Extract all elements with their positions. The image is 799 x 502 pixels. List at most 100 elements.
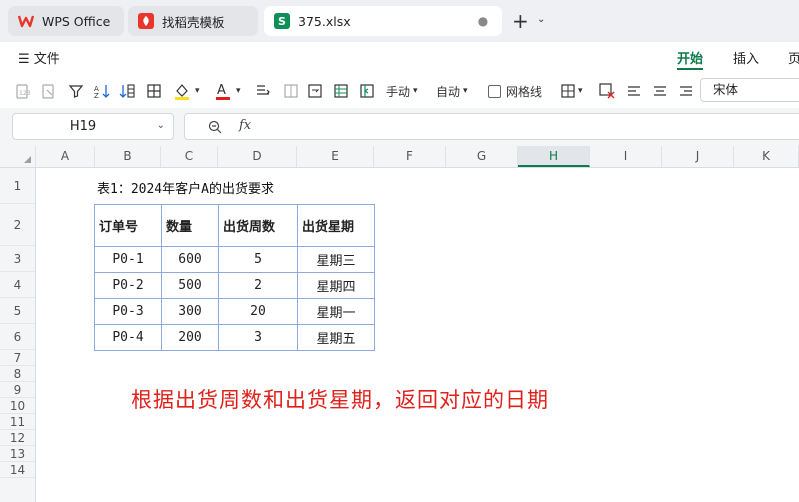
wrap-text-icon[interactable] [307, 82, 323, 100]
sort-ascending-icon[interactable]: AZ [93, 82, 111, 100]
instruction-note: 根据出货周数和出货星期，返回对应的日期 [131, 388, 549, 412]
merge-cells-icon[interactable] [283, 82, 299, 100]
zoom-icon[interactable] [207, 119, 223, 138]
paste-values-icon[interactable]: 123 [14, 82, 32, 100]
table-row: P0-1 600 5 星期三 [94, 246, 375, 273]
tab-label: 375.xlsx [298, 13, 351, 29]
row-header[interactable]: 5 [0, 298, 35, 324]
column-header-d[interactable]: D [218, 146, 297, 167]
table-cell[interactable]: 3 [218, 324, 298, 351]
clear-format-icon[interactable] [598, 82, 616, 100]
name-box[interactable]: H19 ⌄ [12, 113, 174, 140]
cell-format-icon[interactable] [333, 82, 349, 100]
gridlines-checkbox[interactable] [488, 84, 501, 98]
header-cell[interactable]: 出货周数 [218, 204, 298, 247]
column-header-g[interactable]: G [446, 146, 518, 167]
tab-wps-office[interactable]: WPS Office [8, 6, 124, 36]
gridlines-toggle[interactable]: 网格线 [488, 82, 542, 100]
align-right-icon[interactable] [678, 82, 694, 100]
freeze-panes-icon[interactable] [359, 82, 375, 100]
row-header[interactable]: 10 [0, 398, 35, 414]
font-family-select[interactable]: 宋体 [700, 78, 799, 102]
row-header[interactable]: 3 [0, 246, 35, 272]
row-header[interactable]: 7 [0, 350, 35, 366]
table-cell[interactable]: P0-3 [94, 298, 162, 325]
active-tab-indicator [677, 68, 703, 70]
wps-logo-icon [18, 13, 34, 29]
docer-logo-icon [138, 13, 154, 29]
row-header[interactable]: 6 [0, 324, 35, 350]
header-cell[interactable]: 出货星期 [297, 204, 375, 247]
chevron-down-icon: ▾ [236, 86, 241, 96]
table-row: P0-4 200 3 星期五 [94, 324, 375, 351]
table-cell[interactable]: 20 [218, 298, 298, 325]
text-direction-icon[interactable] [255, 82, 271, 100]
column-header-a[interactable]: A [36, 146, 95, 167]
tab-page-layout[interactable]: 页 [788, 48, 799, 67]
row-header[interactable]: 14 [0, 462, 35, 478]
ribbon-toolbar: 123 AZ ▾ A ▾ 手动 ▾ 自动 ▾ 网格线 ▾ [0, 72, 799, 108]
column-header-c[interactable]: C [161, 146, 218, 167]
row-header[interactable]: 8 [0, 366, 35, 382]
column-header-k[interactable]: K [734, 146, 799, 167]
font-color-icon[interactable]: A ▾ [214, 82, 241, 100]
table-cell[interactable]: P0-2 [94, 272, 162, 299]
tab-375-xlsx[interactable]: S 375.xlsx ● [264, 6, 502, 36]
borders-icon[interactable] [146, 82, 162, 100]
table-cell[interactable]: 500 [161, 272, 219, 299]
tab-docer-templates[interactable]: 找稻壳模板 [128, 6, 258, 36]
row-header-bar: 1 2 3 4 5 6 7 8 9 10 11 12 13 14 [0, 168, 36, 502]
chevron-down-icon: ▾ [413, 86, 418, 96]
column-header-b[interactable]: B [95, 146, 161, 167]
align-left-icon[interactable] [626, 82, 642, 100]
tab-home[interactable]: 开始 [677, 48, 703, 67]
table-cell[interactable]: 300 [161, 298, 219, 325]
row-header[interactable]: 1 [0, 168, 35, 204]
table-cell[interactable]: 2 [218, 272, 298, 299]
new-tab-icon[interactable]: + [512, 9, 529, 33]
table-cell[interactable]: 星期四 [297, 272, 375, 299]
row-header[interactable]: 4 [0, 272, 35, 298]
column-header-f[interactable]: F [374, 146, 446, 167]
column-width-auto-dropdown[interactable]: 自动 ▾ [436, 82, 468, 100]
row-header[interactable]: 13 [0, 446, 35, 462]
cell-reference: H19 [69, 119, 97, 134]
row-header[interactable]: 2 [0, 204, 35, 246]
column-header-i[interactable]: I [590, 146, 662, 167]
table-cell[interactable]: 5 [218, 246, 298, 273]
table-cell[interactable]: 星期五 [297, 324, 375, 351]
table-header-row: 订单号 数量 出货周数 出货星期 [94, 204, 375, 247]
title-tab-bar: WPS Office 找稻壳模板 S 375.xlsx ● + ⌄ [0, 0, 799, 42]
row-header[interactable]: 9 [0, 382, 35, 398]
function-icon[interactable]: fx [239, 118, 251, 133]
header-cell[interactable]: 订单号 [94, 204, 162, 247]
table-cell[interactable]: P0-4 [94, 324, 162, 351]
file-menu[interactable]: ☰ 文件 [18, 48, 60, 67]
table-cell[interactable]: 600 [161, 246, 219, 273]
chevron-down-icon[interactable]: ⌄ [157, 120, 165, 131]
align-center-icon[interactable] [652, 82, 668, 100]
tab-insert[interactable]: 插入 [733, 48, 759, 67]
column-header-j[interactable]: J [662, 146, 734, 167]
sort-descending-icon[interactable] [119, 82, 137, 100]
select-all-corner[interactable] [0, 146, 36, 167]
row-header[interactable]: 11 [0, 414, 35, 430]
table-cell[interactable]: 星期一 [297, 298, 375, 325]
row-header[interactable]: 12 [0, 430, 35, 446]
table-cell[interactable]: 200 [161, 324, 219, 351]
data-table: 订单号 数量 出货周数 出货星期 P0-1 600 5 星期三 P0-2 500… [94, 204, 375, 351]
close-tab-icon[interactable]: ● [476, 14, 490, 28]
table-cell[interactable]: P0-1 [94, 246, 162, 273]
fill-color-icon[interactable]: ▾ [173, 82, 200, 100]
table-style-icon[interactable]: ▾ [560, 82, 583, 100]
column-header-e[interactable]: E [297, 146, 374, 167]
filter-icon[interactable] [68, 82, 84, 100]
tab-label: 找稻壳模板 [162, 14, 225, 30]
row-height-manual-dropdown[interactable]: 手动 ▾ [386, 82, 418, 100]
table-cell[interactable]: 星期三 [297, 246, 375, 273]
formula-input[interactable]: fx [184, 113, 799, 140]
chevron-down-icon[interactable]: ⌄ [537, 14, 545, 25]
paste-format-icon[interactable] [40, 82, 58, 100]
column-header-h[interactable]: H [518, 146, 590, 167]
header-cell[interactable]: 数量 [161, 204, 219, 247]
